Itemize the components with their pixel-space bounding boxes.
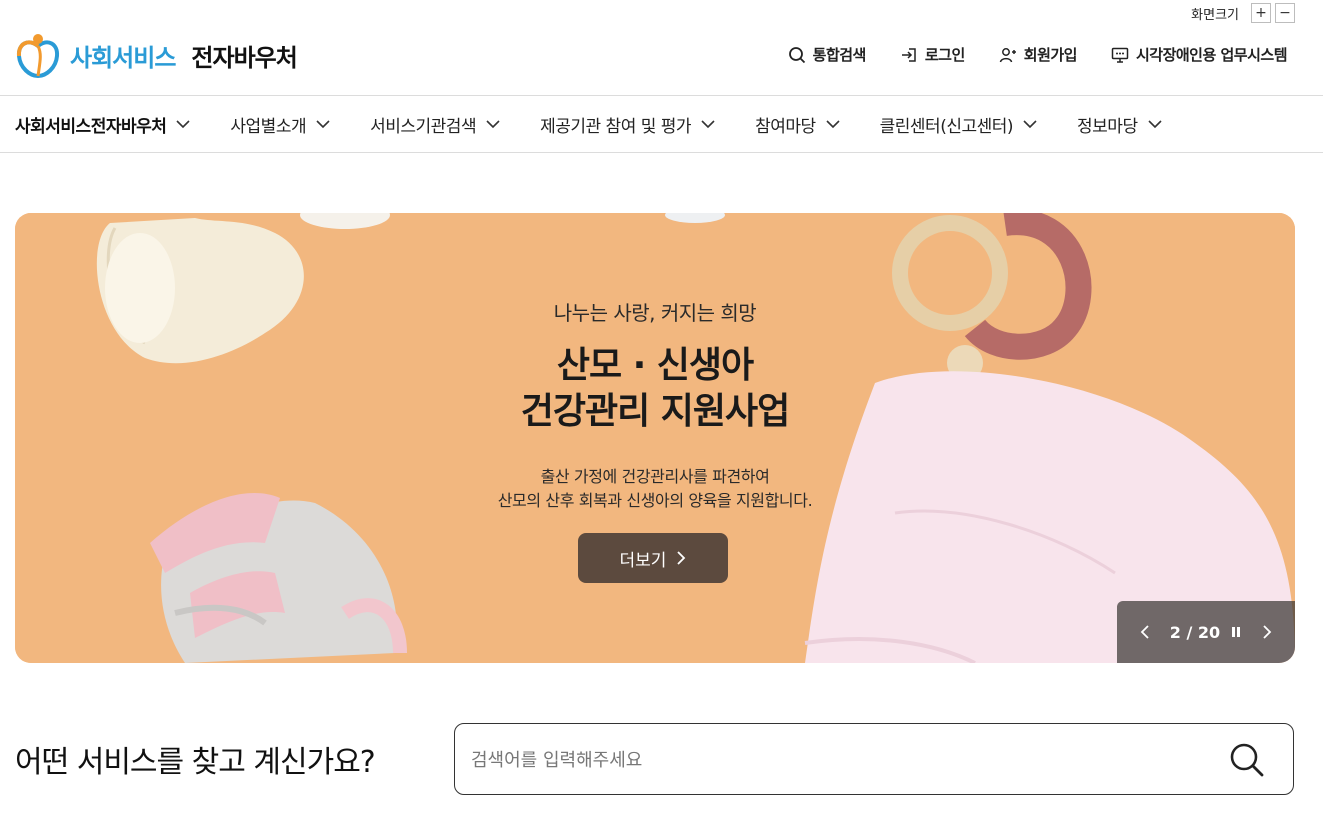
- nav-item-information[interactable]: 정보마당: [1077, 112, 1162, 137]
- logo-text-voucher: 전자바우처: [191, 43, 297, 72]
- search-icon[interactable]: [1229, 742, 1265, 778]
- util-search-label: 통합검색: [812, 46, 867, 64]
- nav-item-label: 참여마당: [755, 116, 816, 137]
- nav-item-label: 서비스기관검색: [370, 116, 477, 137]
- monitor-icon: [1111, 47, 1129, 63]
- nav-item-label: 사회서비스전자바우처: [15, 116, 167, 137]
- banner-subtitle: 나누는 사랑, 커지는 희망: [553, 301, 757, 325]
- login-icon: [901, 47, 916, 62]
- banner-more-label: 더보기: [619, 550, 667, 571]
- banner-pager: 2 / 20: [1117, 601, 1295, 663]
- util-login-label: 로그인: [924, 46, 965, 64]
- site-logo[interactable]: 사회서비스 전자바우처: [16, 32, 298, 78]
- pager-controls: 2 / 20: [1170, 623, 1242, 642]
- chevron-right-icon: [677, 551, 686, 565]
- service-search-box: [454, 723, 1294, 795]
- util-search-link[interactable]: 통합검색: [788, 44, 866, 65]
- nav-item-label: 정보마당: [1077, 116, 1138, 137]
- pause-icon[interactable]: [1230, 624, 1242, 640]
- logo-mark-icon: [16, 34, 60, 78]
- util-signup-label: 회원가입: [1023, 46, 1078, 64]
- main-nav: 사회서비스전자바우처 사업별소개 서비스기관검색 제공기관 참여 및 평가 참여…: [0, 96, 1323, 153]
- logo-text-social-service: 사회서비스: [70, 43, 176, 72]
- nav-item-provider-evaluation[interactable]: 제공기관 참여 및 평가: [540, 112, 715, 137]
- banner-title-line1: 산모 · 신생아: [556, 345, 754, 386]
- chevron-down-icon: [316, 119, 330, 128]
- nav-item-label: 클린센터(신고센터): [879, 116, 1014, 137]
- nav-item-clean-center[interactable]: 클린센터(신고센터): [880, 112, 1037, 137]
- slide-counter: 2 / 20: [1169, 622, 1221, 642]
- util-accessible-system-link[interactable]: 시각장애인용 업무시스템: [1111, 44, 1288, 65]
- utility-menu: 통합검색 로그인 회원가입 시각장애인용 업무시스템: [788, 44, 1288, 65]
- banner-more-button[interactable]: 더보기: [578, 533, 728, 583]
- chevron-right-icon[interactable]: [1261, 624, 1273, 640]
- nav-item-label: 사업별소개: [230, 116, 307, 137]
- banner-title-line2: 건강관리 지원사업: [520, 391, 791, 432]
- nav-item-agency-search[interactable]: 서비스기관검색: [370, 112, 500, 137]
- nav-item-business-intro[interactable]: 사업별소개: [230, 112, 330, 137]
- service-search-input[interactable]: [471, 744, 1211, 776]
- search-icon: [788, 46, 805, 63]
- chevron-down-icon: [176, 119, 190, 128]
- nav-item-voucher[interactable]: 사회서비스전자바우처: [15, 112, 190, 137]
- nav-item-label: 제공기관 참여 및 평가: [540, 116, 692, 137]
- banner-desc-line2: 산모의 산후 회복과 신생아의 양육을 지원합니다.: [497, 491, 813, 510]
- chevron-left-icon[interactable]: [1139, 624, 1151, 640]
- chevron-down-icon: [701, 119, 715, 128]
- banner-description: 출산 가정에 건강관리사를 파견하여 산모의 산후 회복과 신생아의 양육을 지…: [15, 465, 1295, 513]
- chevron-down-icon: [1023, 119, 1037, 128]
- chevron-down-icon: [826, 119, 840, 128]
- banner-desc-line1: 출산 가정에 건강관리사를 파견하여: [540, 467, 770, 486]
- nav-item-participation[interactable]: 참여마당: [755, 112, 840, 137]
- hero-banner: 나누는 사랑, 커지는 희망 산모 · 신생아 건강관리 지원사업 출산 가정에…: [15, 213, 1295, 663]
- banner-title: 산모 · 신생아 건강관리 지원사업: [15, 343, 1295, 435]
- site-header: 사회서비스 전자바우처 통합검색 로그인 회원가입 시각장애인용 업무시스템: [0, 0, 1323, 96]
- user-add-icon: [999, 47, 1016, 62]
- util-login-link[interactable]: 로그인: [900, 44, 965, 65]
- util-signup-link[interactable]: 회원가입: [999, 44, 1077, 65]
- banner-background-image: [15, 213, 1295, 663]
- search-question: 어떤 서비스를 찾고 계신가요?: [15, 745, 376, 780]
- util-accessible-system-label: 시각장애인용 업무시스템: [1135, 46, 1288, 64]
- chevron-down-icon: [1148, 119, 1162, 128]
- chevron-down-icon: [486, 119, 500, 128]
